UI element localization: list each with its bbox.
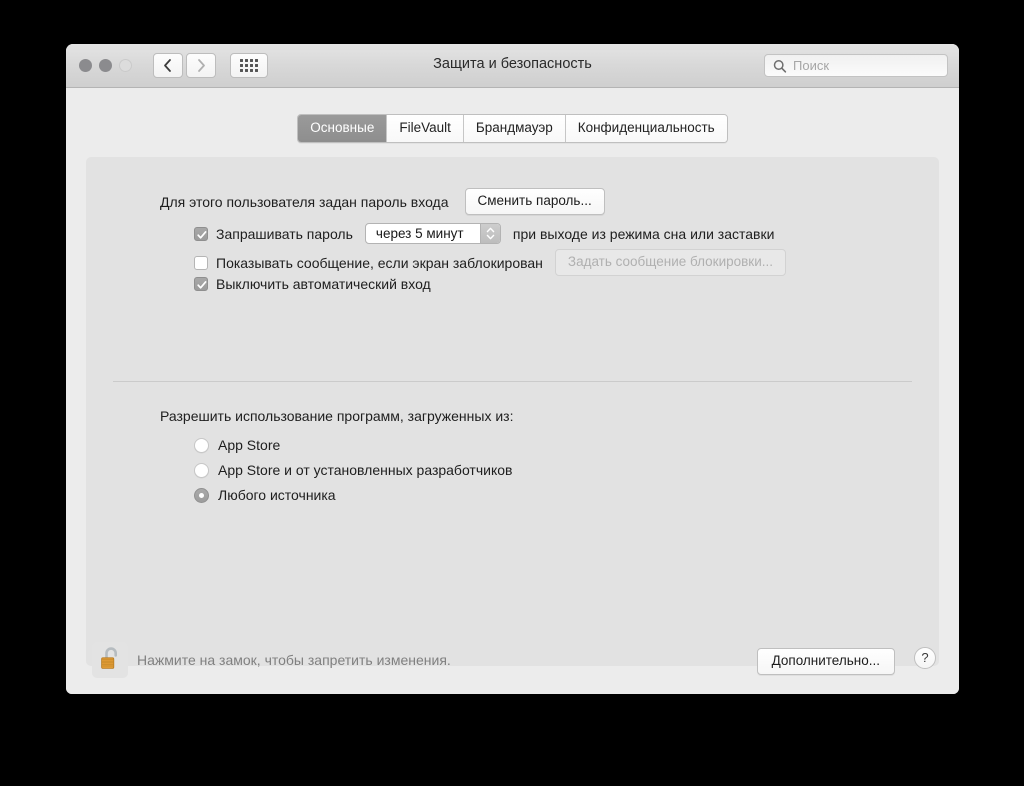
radio-anywhere[interactable]	[194, 487, 209, 503]
search-input[interactable]: Поиск	[764, 54, 948, 77]
require-password-label: Запрашивать пароль	[216, 225, 353, 242]
change-password-button[interactable]: Сменить пароль...	[464, 188, 605, 215]
lock-hint-text: Нажмите на замок, чтобы запретить измене…	[137, 652, 451, 668]
window-body: Основные FileVault Брандмауэр Конфиденци…	[66, 88, 959, 694]
set-lock-message-button: Задать сообщение блокировки...	[554, 249, 787, 276]
require-password-interval-value: через 5 минут	[375, 226, 464, 241]
radio-label-anywhere: Любого источника	[218, 487, 336, 503]
disable-auto-login-checkbox[interactable]	[194, 277, 208, 291]
require-password-interval-select[interactable]: через 5 минут	[364, 223, 501, 244]
advanced-button[interactable]: Дополнительно...	[756, 648, 895, 675]
login-password-row: Для этого пользователя задан пароль вход…	[160, 188, 605, 215]
gatekeeper-option-app-store[interactable]: App Store	[194, 437, 280, 453]
radio-label-identified-developers: App Store и от установленных разработчик…	[218, 462, 513, 478]
window-titlebar: Защита и безопасность Поиск	[66, 44, 959, 88]
search-placeholder: Поиск	[793, 58, 830, 73]
tab-bar: Основные FileVault Брандмауэр Конфиденци…	[66, 114, 959, 143]
gatekeeper-option-anywhere[interactable]: Любого источника	[194, 487, 336, 503]
require-password-row: Запрашивать пароль через 5 минут при вых…	[194, 223, 774, 244]
gatekeeper-heading: Разрешить использование программ, загруж…	[160, 408, 514, 424]
content-panel: Для этого пользователя задан пароль вход…	[86, 157, 939, 666]
tab-filevault[interactable]: FileVault	[387, 115, 464, 142]
search-icon	[773, 59, 787, 79]
disable-auto-login-label: Выключить автоматический вход	[216, 276, 431, 292]
radio-identified-developers[interactable]	[194, 462, 209, 478]
login-password-label: Для этого пользователя задан пароль вход…	[160, 193, 449, 210]
radio-label-app-store: App Store	[218, 437, 281, 453]
tab-firewall[interactable]: Брандмауэр	[463, 115, 566, 142]
disable-auto-login-row: Выключить автоматический вход	[194, 276, 431, 292]
help-button[interactable]: ?	[914, 647, 936, 669]
radio-app-store[interactable]	[194, 437, 209, 453]
gatekeeper-option-identified-developers[interactable]: App Store и от установленных разработчик…	[194, 462, 512, 478]
tab-general[interactable]: Основные	[298, 115, 388, 142]
show-lock-message-checkbox[interactable]	[194, 255, 208, 270]
window-footer: Нажмите на замок, чтобы запретить измене…	[66, 636, 959, 694]
lock-button[interactable]	[92, 642, 128, 678]
show-lock-message-label: Показывать сообщение, если экран заблоки…	[216, 254, 543, 271]
chevron-updown-icon[interactable]	[479, 224, 500, 243]
unlocked-padlock-icon	[99, 646, 123, 679]
section-divider	[113, 381, 912, 382]
require-password-checkbox[interactable]	[194, 226, 208, 241]
system-preferences-window: Защита и безопасность Поиск Основные Fil…	[66, 44, 959, 694]
show-lock-message-row: Показывать сообщение, если экран заблоки…	[194, 249, 787, 276]
tab-privacy[interactable]: Конфиденциальность	[565, 115, 727, 142]
require-password-suffix-label: при выходе из режима сна или заставки	[512, 225, 775, 242]
